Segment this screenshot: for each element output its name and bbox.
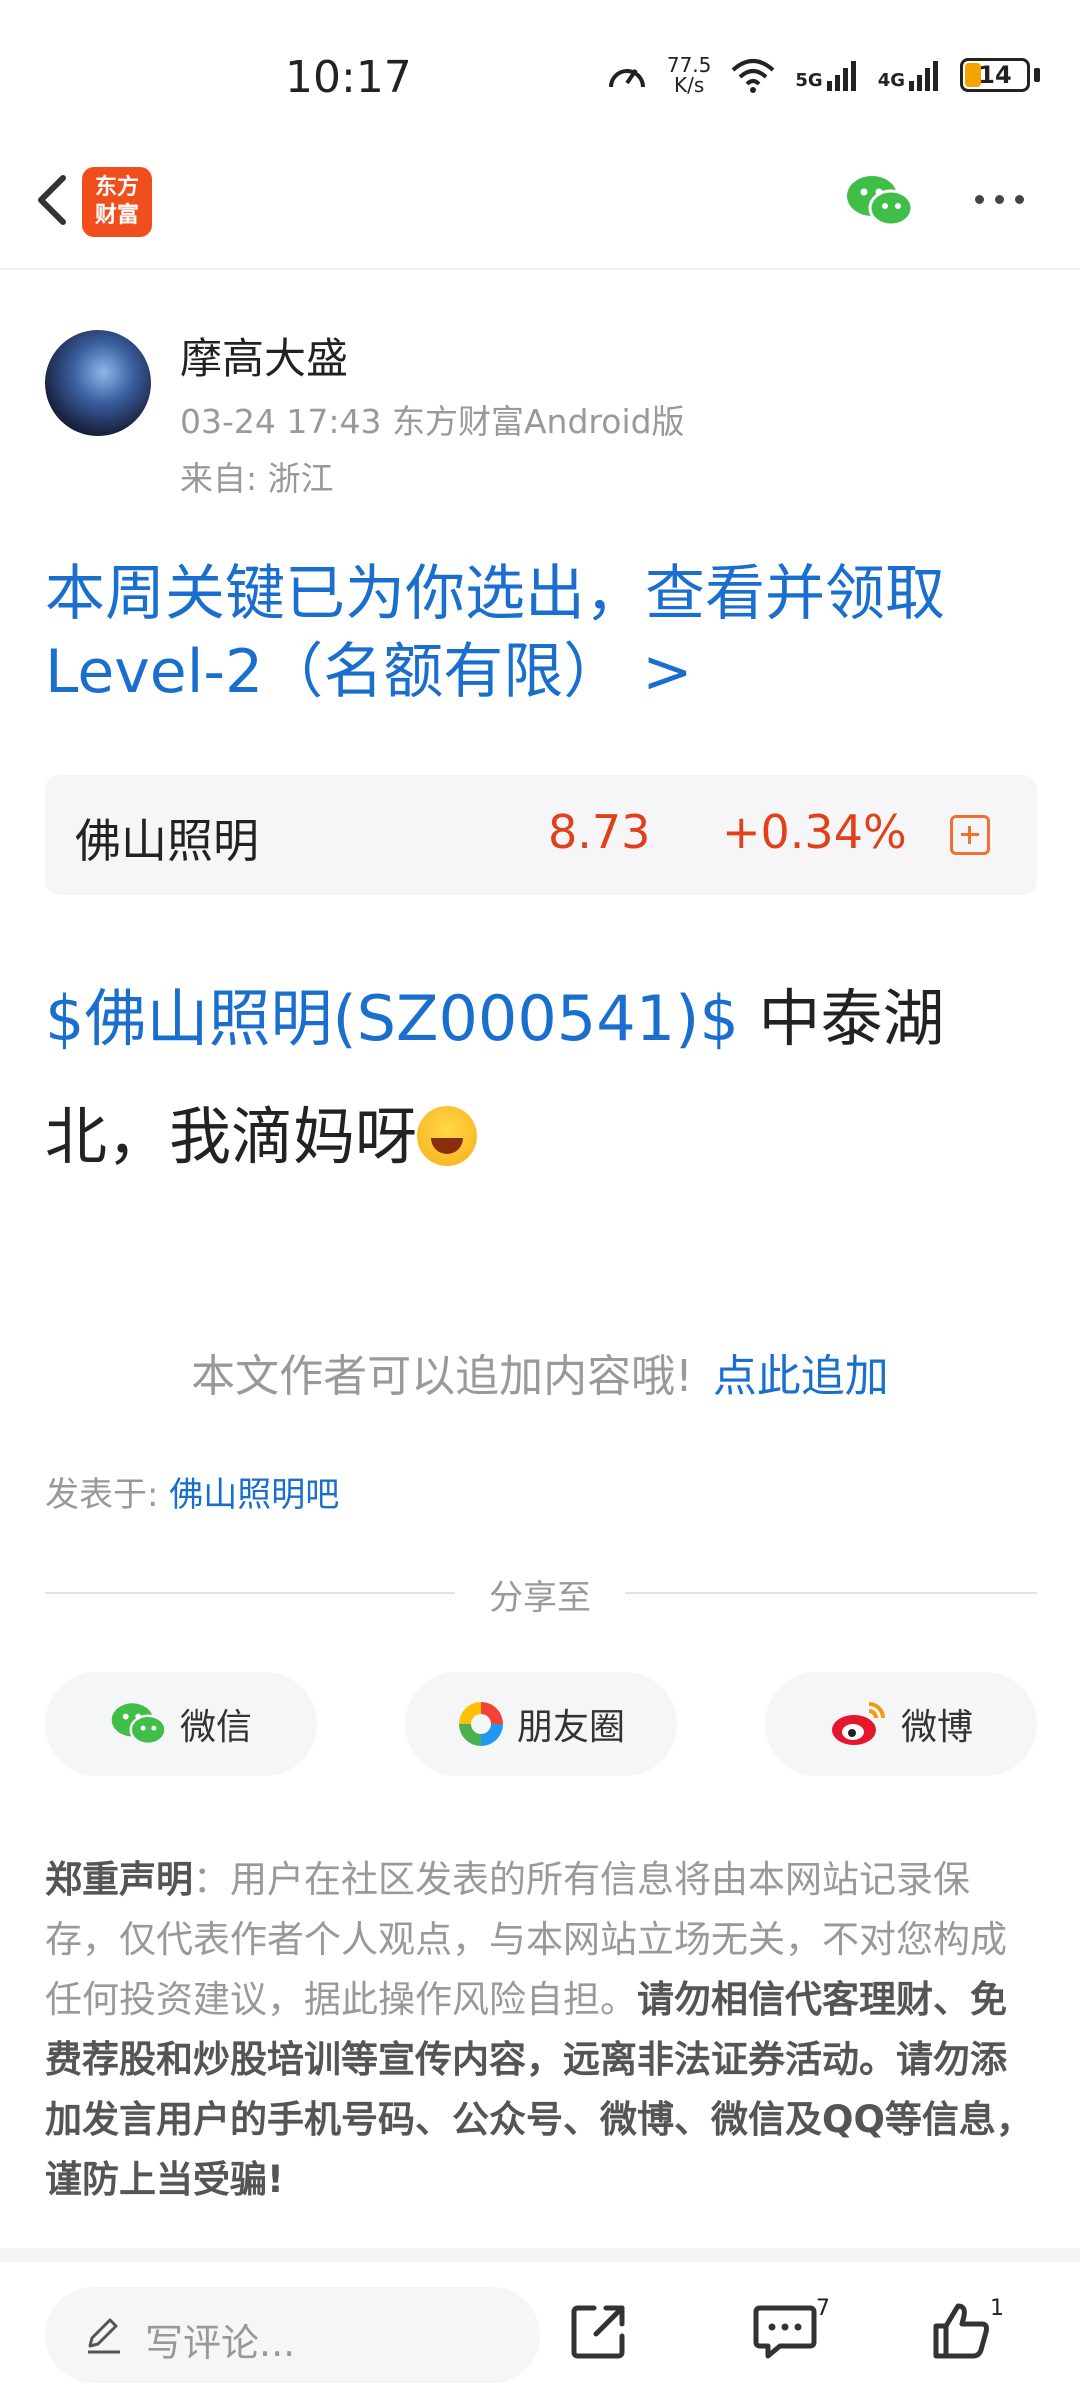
network-speed-unit: K/s xyxy=(673,73,705,97)
laughing-emoji-icon xyxy=(417,1106,478,1166)
share-weibo-label: 微博 xyxy=(900,1707,973,1748)
post-meta: 03-24 17:43 东方财富Android版 xyxy=(180,402,685,441)
logo-text-line2: 财富 xyxy=(94,203,139,228)
network-speed: 77.5 K/s xyxy=(667,55,712,95)
signal-4g-label: 4G xyxy=(877,70,905,91)
moments-icon xyxy=(458,1702,503,1746)
append-link[interactable]: 点此追加 xyxy=(713,1351,889,1402)
signal-4g-icon: 4G xyxy=(878,59,942,91)
speedometer-icon xyxy=(608,68,645,88)
stock-name: 佛山照明 xyxy=(75,814,259,868)
signal-5g-icon: 5G xyxy=(795,59,859,91)
wechat-share-button[interactable] xyxy=(845,172,915,234)
network-speed-value: 77.5 xyxy=(666,53,712,77)
share-wechat-label: 微信 xyxy=(179,1707,252,1748)
posted-in-bar-link[interactable]: 佛山照明吧 xyxy=(169,1475,339,1515)
posted-in: 发表于: 佛山照明吧 xyxy=(45,1467,339,1516)
chevron-left-icon xyxy=(38,175,66,225)
stock-tag-link[interactable]: $佛山照明(SZ000541)$ xyxy=(45,982,739,1055)
stock-change: +0.34% xyxy=(722,805,907,859)
disclaimer: 郑重声明：用户在社区发表的所有信息将由本网站记录保存，仅代表作者个人观点，与本网… xyxy=(45,1850,1037,2210)
append-prompt: 本文作者可以追加内容哦! 点此追加 xyxy=(0,1340,1080,1404)
battery-level: 14 xyxy=(978,61,1012,89)
author-avatar[interactable] xyxy=(45,330,151,436)
status-time: 10:17 xyxy=(285,52,412,103)
header-divider xyxy=(0,268,1080,270)
signal-5g-label: 5G xyxy=(795,70,823,91)
comment-placeholder[interactable]: 写评论... xyxy=(145,2312,295,2367)
disclaimer-title: 郑重声明 xyxy=(45,1858,193,1901)
thumbs-up-icon xyxy=(933,2303,989,2359)
comment-button[interactable] xyxy=(752,2300,822,2370)
wifi-icon xyxy=(732,59,775,93)
logo-text-line1: 东方 xyxy=(94,175,139,200)
bottom-separator xyxy=(0,2248,1080,2262)
comment-icon xyxy=(753,2305,817,2359)
wechat-icon xyxy=(111,1703,167,1746)
back-button[interactable] xyxy=(25,170,85,230)
post-location: 来自: 浙江 xyxy=(180,459,334,498)
share-external-icon xyxy=(571,2305,625,2359)
share-moments-label: 朋友圈 xyxy=(516,1707,625,1748)
posted-in-label: 发表于: xyxy=(45,1475,170,1515)
stock-price: 8.73 xyxy=(548,805,651,859)
add-watchlist-icon[interactable] xyxy=(950,815,990,855)
append-text: 本文作者可以追加内容哦! xyxy=(191,1351,693,1402)
battery-tip xyxy=(1034,68,1040,82)
share-wechat-button[interactable]: 微信 xyxy=(45,1672,317,1776)
status-icons: 77.5 K/s 5G 4G 14 xyxy=(605,55,1040,95)
share-title: 分享至 xyxy=(489,1578,591,1618)
pen-icon xyxy=(82,2312,126,2360)
comment-count: 7 xyxy=(816,2296,830,2321)
app-logo[interactable]: 东方 财富 xyxy=(82,167,152,237)
promo-banner-link[interactable]: 本周关键已为你选出，查看并领取Level-2（名额有限） > xyxy=(45,555,1045,711)
share-button[interactable] xyxy=(568,2300,638,2370)
author-name[interactable]: 摩高大盛 xyxy=(180,325,348,386)
wechat-icon xyxy=(847,176,914,227)
share-weibo-button[interactable]: 微博 xyxy=(765,1672,1037,1776)
weibo-icon xyxy=(831,1702,885,1745)
post-content: $佛山照明(SZ000541)$ 中泰湖北，我滴妈呀 xyxy=(45,960,1045,1196)
like-count: 1 xyxy=(990,2296,1004,2321)
more-options-button[interactable] xyxy=(975,195,1024,204)
share-moments-button[interactable]: 朋友圈 xyxy=(405,1672,677,1776)
battery-icon: 14 xyxy=(960,58,1030,92)
